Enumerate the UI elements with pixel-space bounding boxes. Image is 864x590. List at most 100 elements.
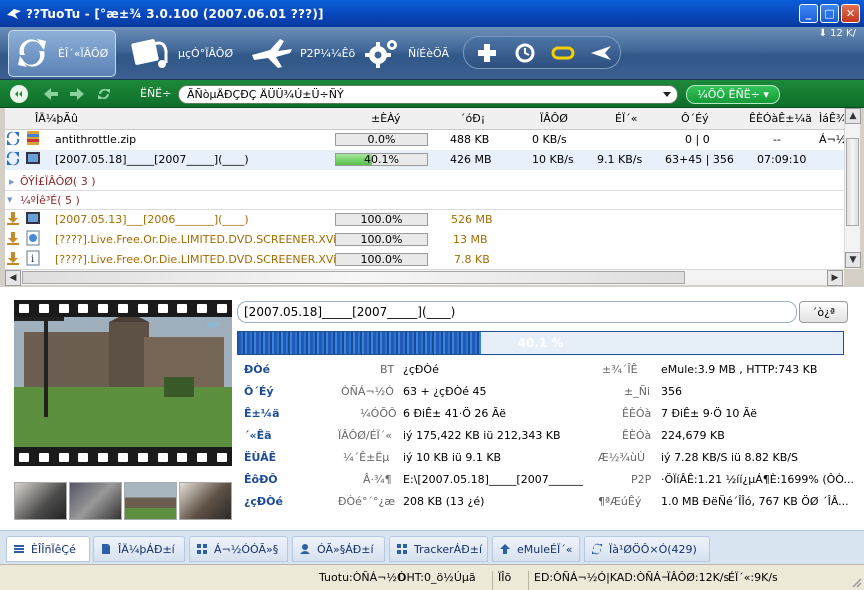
tab-connections[interactable]: Á¬½ÓÓÃ»§ [189, 536, 288, 562]
grid-icon [197, 544, 207, 554]
task-list-vertical-scrollbar[interactable]: ▲ ▼ [844, 108, 861, 269]
status-upload: ÉÏ´«:9K/s [728, 571, 778, 584]
chevron-right-icon: ▸ [9, 175, 15, 188]
task-extra: Á¬½Ó [819, 133, 844, 146]
group-completed[interactable]: ▾ ¼ºÍê³É( 5 ) [5, 191, 844, 210]
video-preview[interactable]: rain [14, 300, 232, 466]
search-go-button[interactable]: ¼ÕÔ ËÑË÷ ▾ [686, 85, 780, 104]
tab-users[interactable]: ÓÃ»§ÁÐ±í [292, 536, 385, 562]
chevron-down-icon[interactable] [661, 88, 673, 100]
maximize-button[interactable]: □ [820, 4, 839, 23]
toolbar-download-task[interactable]: ÈÎ´«ÏÂÔØ [12, 31, 108, 75]
task-list-horizontal-scrollbar[interactable]: ◀ ▶ [5, 269, 844, 286]
web-file-icon [26, 230, 39, 246]
task-sources: 0 | 0 [685, 133, 710, 146]
table-row[interactable]: [2007.05.18]_____[2007_____](____) 40.1%… [5, 150, 844, 170]
completed-download-icon [7, 232, 19, 245]
task-size: 13 MB [453, 233, 488, 246]
minimize-button[interactable]: _ [799, 4, 818, 23]
ring-icon[interactable] [551, 41, 575, 65]
task-down-speed: 10 KB/s [532, 153, 574, 166]
table-row[interactable]: antithrottle.zip 0.0% 488 KB 0 KB/s 0 | … [5, 130, 844, 150]
thumbnail[interactable] [124, 482, 177, 520]
detail-icon [14, 545, 24, 553]
task-size: 488 KB [450, 133, 490, 146]
tab-emule-upload[interactable]: eMuleÉÏ´« [492, 536, 580, 562]
info-key: Ð­Òé [244, 363, 271, 376]
col-size[interactable]: ´óÐ¡ [460, 112, 485, 125]
upload-icon [500, 544, 510, 554]
col-ratio[interactable]: ±ÈÀý [371, 112, 400, 125]
thumbnail[interactable] [69, 482, 122, 520]
downloading-icon [6, 131, 20, 146]
scroll-thumb[interactable] [22, 271, 685, 284]
col-sources[interactable]: Ô´Éý [681, 112, 709, 125]
search-bar: ËÑË÷ ÃÑòµÄÐÇÐÇ ÄÜÜ¾Ú±Ü÷ÑÝ ¼ÕÔ ËÑË÷ ▾ [0, 80, 864, 108]
svg-text:rain: rain [207, 321, 221, 329]
info-value2: 7 ÐiÊ± 9·Ö 10 Ãë [661, 407, 757, 420]
downloading-icon [6, 151, 20, 166]
tab-trackers[interactable]: TrackerÁÐ±í [389, 536, 488, 562]
clock-icon[interactable] [513, 41, 537, 65]
plane-icon [252, 39, 292, 68]
col-filename[interactable]: ÎÄ¼þÃû [35, 112, 78, 125]
scroll-right-button[interactable]: ▶ [827, 270, 843, 286]
col-download[interactable]: ÏÂÔØ [540, 112, 568, 125]
status-ed: ED:ÒÑÁ¬½Ó|KAD:ÒÑÁ¬ [534, 571, 671, 584]
task-name: [2007.05.13]___[2006_______](____) [55, 213, 249, 226]
video-file-icon [25, 212, 40, 224]
thumbnail[interactable] [14, 482, 67, 520]
col-hint[interactable]: ÌáÊ¾ [819, 112, 844, 125]
toolbar-movie-download[interactable]: µçÓ°ÏÂÔØ [130, 31, 233, 75]
scroll-left-button[interactable]: ◀ [5, 270, 21, 286]
search-input[interactable]: ÃÑòµÄÐÇÐÇ ÄÜÜ¾Ú±Ü÷ÑÝ [178, 85, 678, 104]
task-down-speed: 0 KB/s [532, 133, 567, 146]
resize-grip-icon[interactable] [850, 576, 862, 588]
task-progress-bar: 100.0% [335, 213, 428, 226]
info-value2: ·ÖÏíÂÊ:1.21 ½íí¿µÁ¶È:1699% (ÔÒ... [661, 473, 855, 486]
scroll-thumb[interactable] [846, 138, 859, 226]
info-key2: ÊÈÓà [622, 407, 652, 420]
double-arrow-icon [15, 91, 22, 97]
task-name: [????].Live.Free.Or.Die.LIMITED.DVD.SCRE… [55, 233, 347, 246]
plus-icon[interactable] [475, 41, 499, 65]
forward-button[interactable] [68, 85, 86, 103]
thumbnail[interactable] [179, 482, 232, 520]
refresh-button[interactable] [95, 85, 113, 103]
back-arrow-icon [44, 88, 58, 100]
col-remaining[interactable]: ÊÈÓàÊ±¼ä [749, 112, 812, 125]
tab-file-list[interactable]: ÎÄ¼þÁÐ±í [93, 536, 185, 562]
task-name: antithrottle.zip [55, 133, 137, 146]
tab-task-detail[interactable]: ÈÎÎñÏêÇé [6, 536, 90, 562]
info-key2: P2P [631, 473, 652, 486]
completed-download-icon [7, 252, 19, 265]
tab-related-torrents[interactable]: Ïà¹ØÖÔ×Ó(429) [584, 536, 710, 562]
scroll-down-button[interactable]: ▼ [845, 252, 861, 268]
table-row[interactable]: i [????].Live.Free.Or.Die.LIMITED.DVD.SC… [5, 250, 844, 269]
share-icon[interactable] [589, 41, 613, 65]
file-icon [102, 544, 110, 554]
info-value2: 1.0 MB ÐëÑé´ÎÎó, 767 KB ÖØ ´ÎÂ... [661, 495, 849, 508]
task-progress-bar: 40.1% [335, 153, 428, 166]
preview-image: rain [14, 317, 232, 447]
info-value2: 224,679 KB [661, 429, 725, 442]
info-value2: eMule:3.9 MB , HTTP:743 KB [661, 363, 818, 376]
toolbar-p2p-tech[interactable]: P2P¼¼Êõ [250, 31, 355, 75]
speed-indicator: ⬇ 12 K/ [818, 28, 856, 39]
table-row[interactable]: [????].Live.Free.Or.Die.LIMITED.DVD.SCRE… [5, 230, 844, 250]
info-key2: ±¾´ÎÊ [602, 363, 638, 376]
info-subkey: ÒÑÁ¬½Ó [341, 385, 394, 398]
group-paused[interactable]: ▸ ÔÝÍ£ÏÂÔØ( 3 ) [5, 172, 844, 191]
movie-icon [131, 39, 168, 68]
close-button[interactable]: ✕ [841, 4, 860, 23]
scroll-up-button[interactable]: ▲ [845, 108, 861, 124]
back-button[interactable] [42, 85, 60, 103]
task-progress-bar: 0.0% [335, 133, 428, 146]
home-button[interactable] [10, 85, 28, 103]
table-row[interactable]: [2007.05.13]___[2006_______](____) 100.0… [5, 210, 844, 230]
toolbar-settings[interactable]: ÑíÉèÖÃ [362, 31, 449, 75]
task-progress-bar: 100.0% [335, 253, 428, 266]
refresh-icon [98, 89, 110, 99]
open-button[interactable]: ´ò¿ª [799, 301, 848, 323]
col-upload[interactable]: ÉÏ´« [615, 112, 637, 125]
